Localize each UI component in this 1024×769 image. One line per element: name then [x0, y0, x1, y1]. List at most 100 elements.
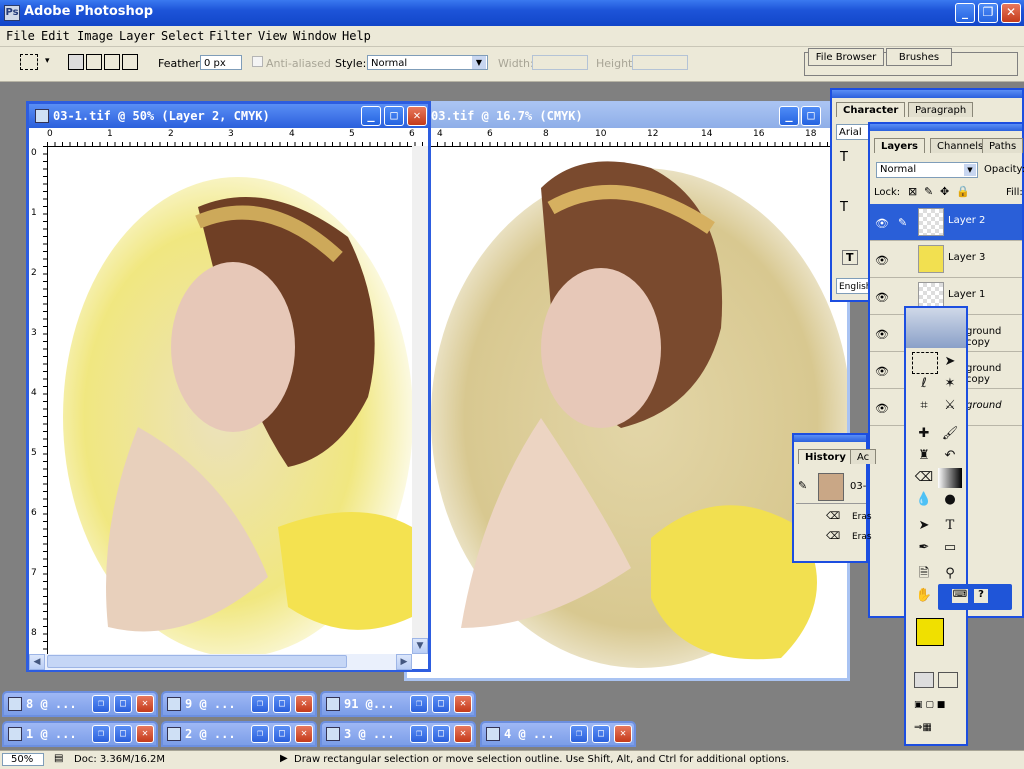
layer-row-layer-3[interactable]: 👁 Layer 3: [870, 241, 1022, 278]
shape-icon[interactable]: ▭: [938, 538, 962, 558]
height-input[interactable]: [632, 55, 688, 70]
menu-view[interactable]: View: [258, 29, 287, 43]
maximize-doc-button[interactable]: □: [114, 695, 132, 713]
vertical-scrollbar[interactable]: ▼: [412, 146, 428, 654]
restore-doc-button[interactable]: ❐: [251, 695, 269, 713]
restore-app-button[interactable]: ❐: [978, 3, 998, 23]
eraser-icon[interactable]: ⌫: [912, 468, 936, 488]
zoom-field[interactable]: 50%: [2, 753, 44, 766]
panel-grip[interactable]: [870, 124, 1022, 131]
minimized-doc-9[interactable]: 9 @ ... ❐ □ ✕: [161, 691, 317, 717]
history-snapshot-row[interactable]: ✎ 03-: [796, 471, 866, 504]
layer-row-layer-2[interactable]: 👁 ✎ Layer 2: [870, 204, 1022, 241]
maximize-doc-button[interactable]: □: [432, 725, 450, 743]
tab-actions[interactable]: Ac: [850, 449, 877, 464]
tab-history[interactable]: History: [798, 449, 853, 464]
tab-layers[interactable]: Layers: [874, 138, 925, 153]
keyboard-icon[interactable]: ⌨: [952, 589, 968, 603]
hand-icon[interactable]: ✋: [912, 586, 936, 606]
antialiased-checkbox[interactable]: [252, 56, 263, 67]
lock-image-icon[interactable]: ✎: [924, 185, 933, 198]
path-select-icon[interactable]: ➤: [912, 516, 936, 536]
visibility-eye-icon[interactable]: 👁: [875, 365, 889, 378]
eyedropper-icon[interactable]: ⚲: [938, 564, 962, 584]
minimized-doc-2[interactable]: 2 @ ... ❐ □ ✕: [161, 721, 317, 747]
document-canvas-03[interactable]: [421, 148, 847, 678]
help-icon[interactable]: ?: [974, 589, 988, 603]
lock-transparency-icon[interactable]: ⊠: [908, 185, 917, 198]
minimized-doc-1[interactable]: 1 @ ... ❐ □ ✕: [2, 721, 158, 747]
minimized-doc-91[interactable]: 91 @... ❐ □ ✕: [320, 691, 476, 717]
menu-edit[interactable]: Edit: [41, 29, 70, 43]
jump-to-imageready-icon[interactable]: ⇒▦: [914, 722, 958, 738]
maximize-doc-button[interactable]: □: [273, 725, 291, 743]
close-doc-button[interactable]: ✕: [295, 725, 313, 743]
preset-dropdown-arrow-icon[interactable]: ▾: [45, 56, 50, 66]
visibility-eye-icon[interactable]: 👁: [875, 217, 889, 230]
close-doc-button[interactable]: ✕: [136, 725, 154, 743]
restore-doc-button[interactable]: ❐: [251, 725, 269, 743]
maximize-doc-button[interactable]: □: [114, 725, 132, 743]
menu-help[interactable]: Help: [342, 29, 371, 43]
lock-position-icon[interactable]: ✥: [940, 185, 949, 198]
blend-mode-select[interactable]: Normal ▼: [876, 162, 978, 178]
tab-character[interactable]: Character: [836, 102, 906, 117]
screen-mode-icons[interactable]: ▣ ▢ ■: [914, 700, 958, 714]
magic-wand-icon[interactable]: ✶: [938, 374, 962, 394]
crop-icon[interactable]: ⌗: [912, 396, 936, 416]
feather-input[interactable]: 0 px: [200, 55, 242, 70]
scroll-down-icon[interactable]: ▼: [412, 638, 428, 654]
scroll-right-icon[interactable]: ▶: [396, 654, 412, 670]
menu-window[interactable]: Window: [293, 29, 336, 43]
tab-paths[interactable]: Paths: [982, 138, 1024, 153]
file-browser-tab[interactable]: File Browser: [808, 48, 884, 66]
restore-doc-button[interactable]: ❐: [410, 695, 428, 713]
maximize-doc-button[interactable]: □: [273, 695, 291, 713]
minimize-doc-button[interactable]: _: [779, 106, 799, 126]
scroll-left-icon[interactable]: ◀: [29, 654, 45, 670]
intersect-selection-icon[interactable]: [122, 54, 138, 70]
visibility-eye-icon[interactable]: 👁: [875, 402, 889, 415]
close-doc-button[interactable]: ✕: [407, 106, 427, 126]
menu-file[interactable]: File: [6, 29, 35, 43]
restore-doc-button[interactable]: ❐: [570, 725, 588, 743]
close-app-button[interactable]: ✕: [1001, 3, 1021, 23]
visibility-eye-icon[interactable]: 👁: [875, 328, 889, 341]
marquee-preset-icon[interactable]: [20, 54, 38, 70]
minimized-doc-4[interactable]: 4 @ ... ❐ □ ✕: [480, 721, 636, 747]
menu-image[interactable]: Image: [77, 29, 113, 43]
horizontal-scrollbar[interactable]: ◀ ▶: [29, 654, 412, 670]
tab-paragraph[interactable]: Paragraph: [908, 102, 974, 117]
brush-icon[interactable]: 🖌: [938, 424, 962, 444]
faux-bold-icon[interactable]: T: [842, 250, 858, 265]
style-select[interactable]: Normal ▼: [367, 55, 488, 70]
maximize-doc-button[interactable]: □: [432, 695, 450, 713]
foreground-color-swatch[interactable]: [916, 618, 944, 646]
document-window-03-1[interactable]: 03-1.tif @ 50% (Layer 2, CMYK) _ □ ✕ 0 1…: [26, 101, 431, 672]
horizontal-scroll-thumb[interactable]: [47, 655, 347, 668]
close-doc-button[interactable]: ✕: [454, 695, 472, 713]
dodge-icon[interactable]: ●: [938, 490, 962, 510]
brushes-tab[interactable]: Brushes: [886, 48, 952, 66]
quick-mask-icon[interactable]: [938, 672, 958, 688]
font-family-field[interactable]: Arial: [836, 124, 870, 140]
pen-icon[interactable]: ✒: [912, 538, 936, 558]
restore-doc-button[interactable]: ❐: [92, 725, 110, 743]
width-input[interactable]: [532, 55, 588, 70]
history-state-row[interactable]: ⌫ Eras: [796, 529, 872, 547]
move-icon[interactable]: ➤: [938, 352, 962, 372]
restore-doc-button[interactable]: ❐: [92, 695, 110, 713]
menu-filter[interactable]: Filter: [209, 29, 252, 43]
minimized-doc-8[interactable]: 8 @ ... ❐ □ ✕: [2, 691, 158, 717]
blur-icon[interactable]: 💧: [912, 490, 936, 510]
marquee-icon[interactable]: [912, 352, 938, 374]
panel-grip[interactable]: [832, 90, 1022, 98]
close-doc-button[interactable]: ✕: [295, 695, 313, 713]
menu-layer[interactable]: Layer: [119, 29, 155, 43]
close-doc-button[interactable]: ✕: [614, 725, 632, 743]
language-field[interactable]: English: [836, 278, 870, 294]
status-menu-arrow-icon[interactable]: ▶: [280, 753, 288, 764]
minimize-app-button[interactable]: _: [955, 3, 975, 23]
minimize-doc-button[interactable]: _: [361, 106, 381, 126]
lasso-icon[interactable]: ℓ: [912, 374, 936, 394]
